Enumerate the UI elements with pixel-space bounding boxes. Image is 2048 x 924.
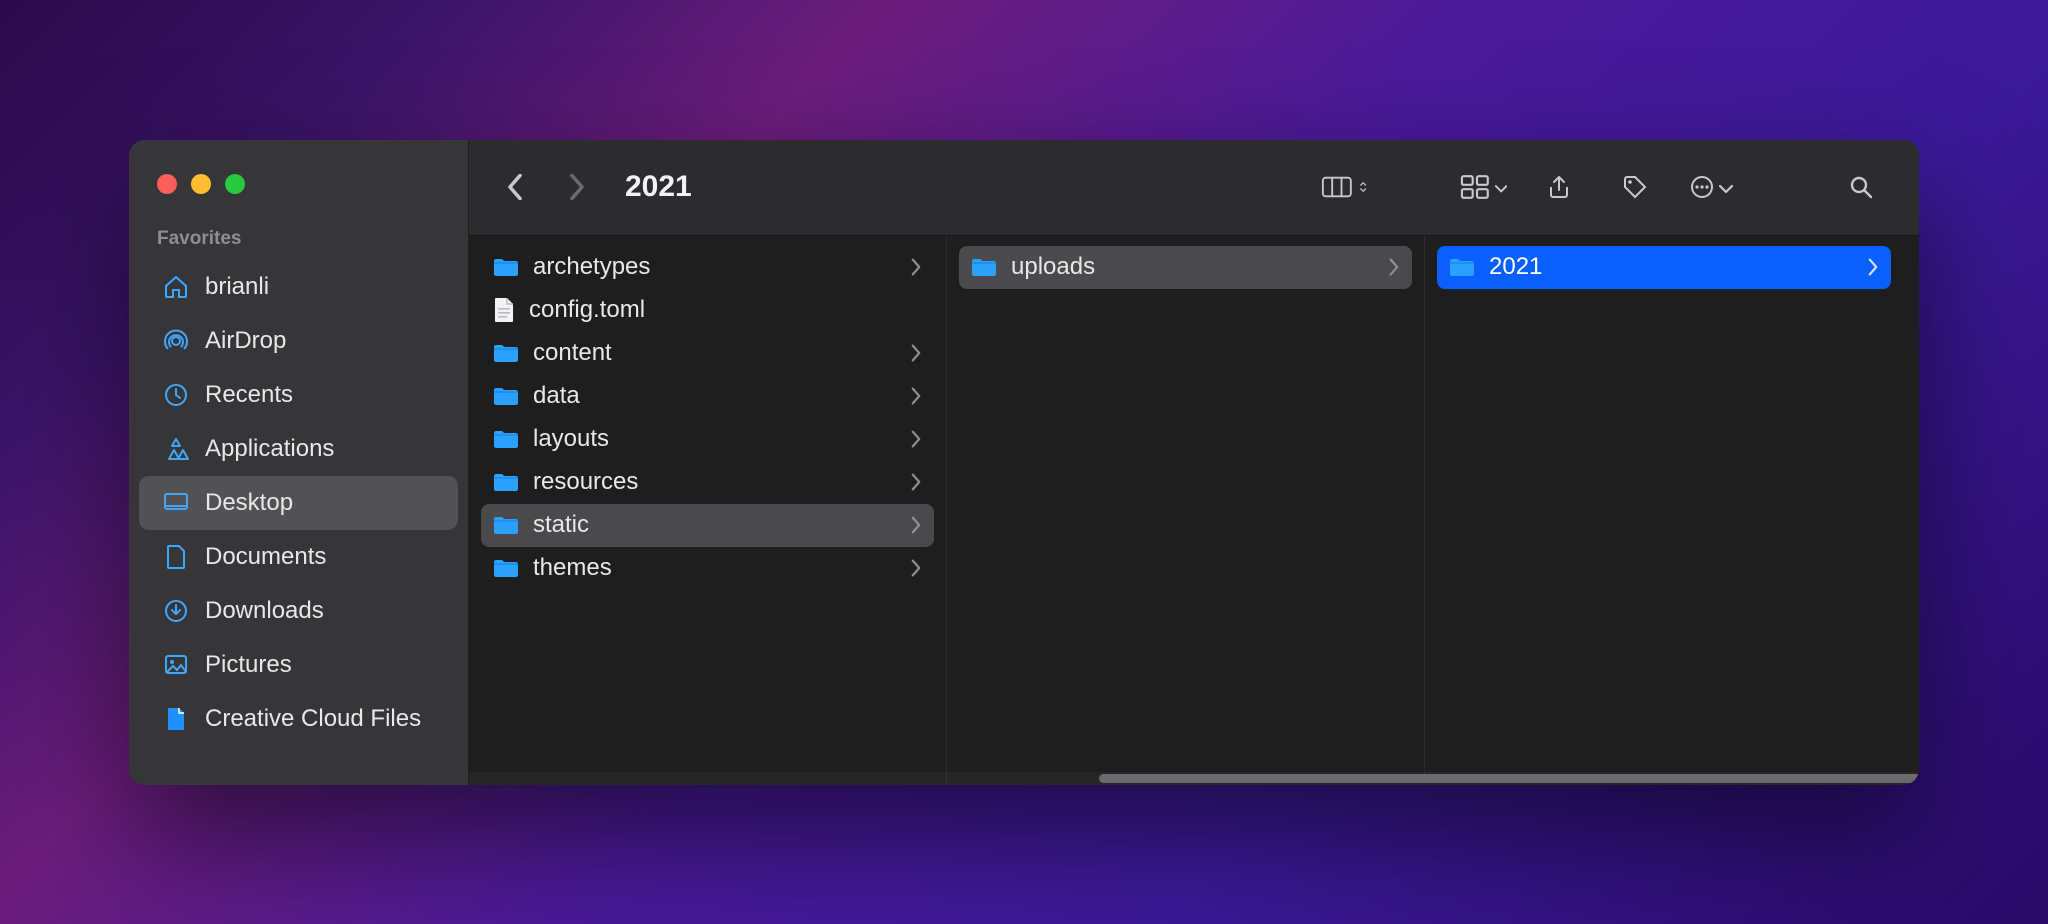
chevron-right-icon bbox=[910, 387, 922, 405]
list-item[interactable]: data bbox=[481, 375, 934, 418]
apps-icon bbox=[163, 436, 189, 462]
item-label: themes bbox=[533, 554, 612, 582]
view-mode-button[interactable] bbox=[1321, 163, 1369, 211]
horizontal-scrollbar[interactable] bbox=[469, 772, 1919, 785]
close-window-button[interactable] bbox=[157, 174, 177, 194]
folder-icon bbox=[1449, 256, 1475, 278]
location-title: 2021 bbox=[625, 170, 692, 204]
chevron-down-icon bbox=[1719, 180, 1733, 194]
forward-button[interactable] bbox=[553, 163, 601, 211]
item-label: 2021 bbox=[1489, 253, 1542, 281]
document-icon bbox=[163, 544, 189, 570]
airdrop-icon bbox=[163, 328, 189, 354]
zoom-window-button[interactable] bbox=[225, 174, 245, 194]
list-item[interactable]: config.toml bbox=[481, 289, 934, 332]
ccfile-icon bbox=[163, 706, 189, 732]
item-label: resources bbox=[533, 468, 638, 496]
actions-button[interactable] bbox=[1687, 163, 1735, 211]
list-item[interactable]: layouts bbox=[481, 418, 934, 461]
column-2[interactable]: 2021 bbox=[1425, 236, 1903, 785]
file-icon bbox=[493, 297, 515, 323]
item-label: config.toml bbox=[529, 296, 645, 324]
sidebar-item-pictures[interactable]: Pictures bbox=[139, 638, 458, 692]
item-label: archetypes bbox=[533, 253, 650, 281]
list-item[interactable]: themes bbox=[481, 547, 934, 590]
item-label: uploads bbox=[1011, 253, 1095, 281]
group-by-button[interactable] bbox=[1459, 163, 1507, 211]
list-item[interactable]: uploads bbox=[959, 246, 1412, 289]
list-item[interactable]: archetypes bbox=[481, 246, 934, 289]
chevron-down-icon bbox=[1495, 180, 1507, 194]
sidebar-item-label: brianli bbox=[205, 273, 269, 301]
chevron-right-icon bbox=[1388, 258, 1400, 276]
finder-window: Favorites brianli AirDrop Recents Applic… bbox=[129, 140, 1919, 785]
minimize-window-button[interactable] bbox=[191, 174, 211, 194]
picture-icon bbox=[163, 652, 189, 678]
chevron-right-icon bbox=[910, 473, 922, 491]
list-item[interactable]: resources bbox=[481, 461, 934, 504]
home-icon bbox=[163, 274, 189, 300]
tags-button[interactable] bbox=[1611, 163, 1659, 211]
main-area: 2021 bbox=[469, 140, 1919, 785]
column-1[interactable]: uploads bbox=[947, 236, 1425, 785]
item-label: layouts bbox=[533, 425, 609, 453]
sidebar-item-label: Documents bbox=[205, 543, 326, 571]
list-item[interactable]: 2021 bbox=[1437, 246, 1891, 289]
list-item[interactable]: content bbox=[481, 332, 934, 375]
folder-icon bbox=[493, 428, 519, 450]
sidebar-item-creative-cloud[interactable]: Creative Cloud Files bbox=[139, 692, 458, 746]
sidebar-item-home[interactable]: brianli bbox=[139, 260, 458, 314]
sidebar-item-documents[interactable]: Documents bbox=[139, 530, 458, 584]
item-label: static bbox=[533, 511, 589, 539]
sidebar-item-label: Downloads bbox=[205, 597, 324, 625]
sidebar-item-desktop[interactable]: Desktop bbox=[139, 476, 458, 530]
sidebar-item-label: AirDrop bbox=[205, 327, 286, 355]
column-0[interactable]: archetypes config.toml content data bbox=[469, 236, 947, 785]
toolbar-right-group bbox=[1321, 163, 1885, 211]
download-icon bbox=[163, 598, 189, 624]
scrollbar-thumb[interactable] bbox=[1099, 774, 1919, 783]
item-label: content bbox=[533, 339, 612, 367]
folder-icon bbox=[493, 471, 519, 493]
sidebar-item-label: Creative Cloud Files bbox=[205, 705, 421, 733]
chevron-right-icon bbox=[1867, 258, 1879, 276]
toolbar: 2021 bbox=[469, 140, 1919, 236]
sidebar-item-label: Applications bbox=[205, 435, 334, 463]
column-browser: archetypes config.toml content data bbox=[469, 236, 1919, 785]
sidebar-item-applications[interactable]: Applications bbox=[139, 422, 458, 476]
folder-icon bbox=[493, 514, 519, 536]
folder-icon bbox=[971, 256, 997, 278]
chevron-right-icon bbox=[910, 258, 922, 276]
chevron-right-icon bbox=[910, 516, 922, 534]
sidebar-heading-favorites: Favorites bbox=[129, 224, 468, 260]
sidebar: Favorites brianli AirDrop Recents Applic… bbox=[129, 140, 469, 785]
sidebar-item-recents[interactable]: Recents bbox=[139, 368, 458, 422]
chevron-right-icon bbox=[910, 559, 922, 577]
share-button[interactable] bbox=[1535, 163, 1583, 211]
sidebar-item-downloads[interactable]: Downloads bbox=[139, 584, 458, 638]
chevron-right-icon bbox=[910, 430, 922, 448]
folder-icon bbox=[493, 557, 519, 579]
folder-icon bbox=[493, 256, 519, 278]
chevron-right-icon bbox=[910, 344, 922, 362]
sidebar-item-label: Recents bbox=[205, 381, 293, 409]
window-controls bbox=[129, 168, 468, 224]
list-item[interactable]: static bbox=[481, 504, 934, 547]
sidebar-item-airdrop[interactable]: AirDrop bbox=[139, 314, 458, 368]
folder-icon bbox=[493, 385, 519, 407]
desktop-icon bbox=[163, 490, 189, 516]
clock-icon bbox=[163, 382, 189, 408]
search-button[interactable] bbox=[1837, 163, 1885, 211]
sidebar-item-label: Desktop bbox=[205, 489, 293, 517]
back-button[interactable] bbox=[491, 163, 539, 211]
sidebar-item-label: Pictures bbox=[205, 651, 292, 679]
updown-icon bbox=[1357, 180, 1369, 194]
folder-icon bbox=[493, 342, 519, 364]
item-label: data bbox=[533, 382, 580, 410]
